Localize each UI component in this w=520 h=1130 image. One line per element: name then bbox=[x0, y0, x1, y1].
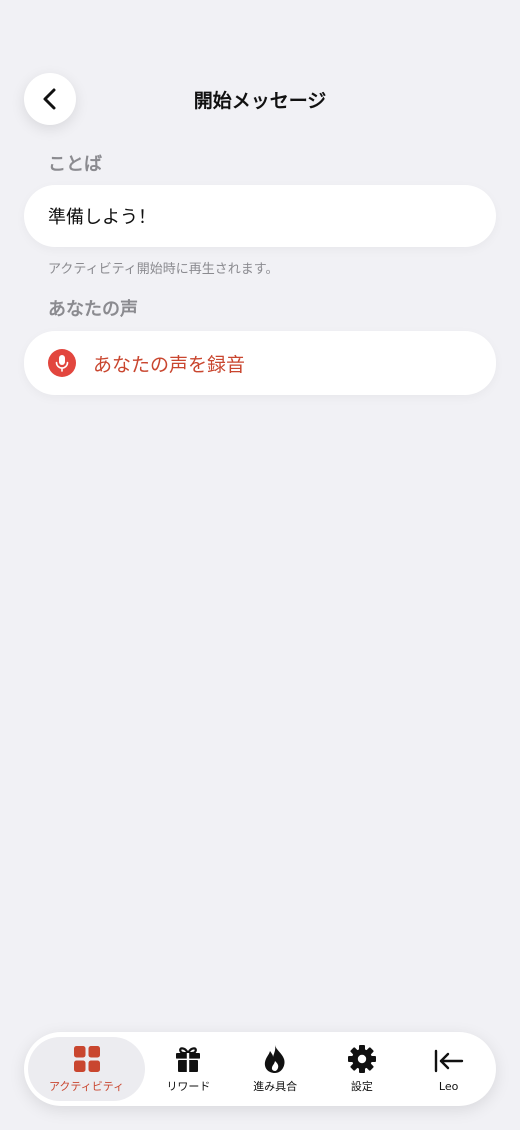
exit-arrow-icon bbox=[434, 1046, 464, 1076]
page-title: 開始メッセージ bbox=[193, 90, 327, 112]
message-hint: アクティビティ開始時に再生されます。 bbox=[48, 262, 279, 277]
tab-activities-label: アクティビティ bbox=[48, 1080, 125, 1093]
tab-user-leo[interactable]: Leo bbox=[405, 1037, 492, 1101]
tab-rewards[interactable]: リワード bbox=[145, 1037, 232, 1101]
message-text-value: 準備しよう！ bbox=[48, 207, 156, 228]
flame-icon bbox=[263, 1044, 287, 1074]
grid-icon bbox=[73, 1044, 100, 1074]
tab-settings-label: 設定 bbox=[350, 1080, 373, 1093]
tab-user-leo-label: Leo bbox=[438, 1079, 459, 1093]
words-section-label: ことば bbox=[48, 154, 102, 175]
record-voice-button[interactable]: あなたの声を録音 bbox=[24, 331, 496, 395]
message-text-field[interactable]: 準備しよう！ bbox=[24, 185, 496, 247]
tab-settings[interactable]: 設定 bbox=[319, 1037, 406, 1101]
gear-icon bbox=[347, 1044, 377, 1074]
gift-icon bbox=[174, 1044, 202, 1074]
voice-section-label: あなたの声 bbox=[48, 299, 138, 320]
tab-progress[interactable]: 進み具合 bbox=[232, 1037, 319, 1101]
tab-activities[interactable]: アクティビティ bbox=[28, 1037, 146, 1101]
bottom-tab-bar: アクティビティ リワード 進み具合 設定 Leo bbox=[24, 1032, 496, 1106]
record-voice-label: あなたの声を録音 bbox=[93, 353, 246, 376]
tab-progress-label: 進み具合 bbox=[253, 1080, 298, 1093]
tab-rewards-label: リワード bbox=[166, 1080, 211, 1093]
microphone-icon bbox=[48, 349, 76, 377]
